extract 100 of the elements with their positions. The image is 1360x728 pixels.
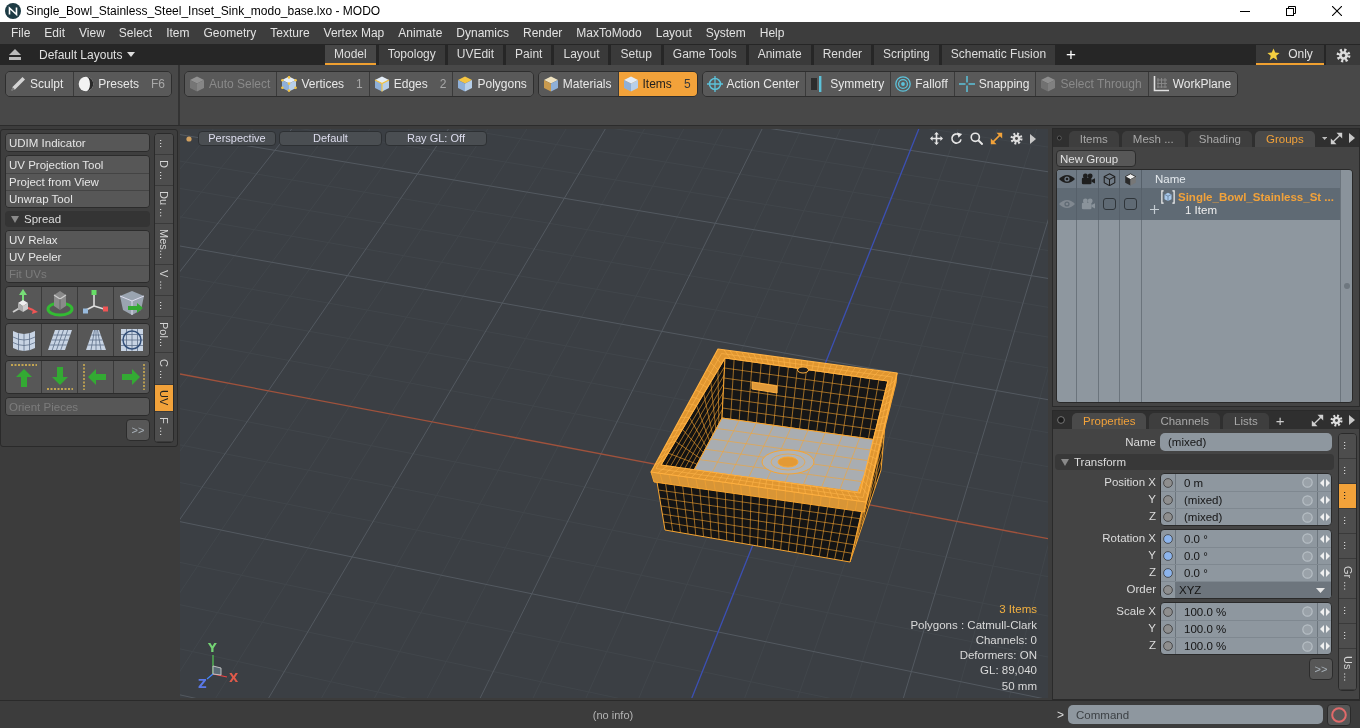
value-field[interactable]: 0 m: [1176, 476, 1302, 489]
toolbar-button[interactable]: Materials: [538, 72, 618, 96]
value-field[interactable]: (mixed): [1176, 511, 1302, 523]
menu-item[interactable]: Render: [516, 23, 570, 43]
menu-item[interactable]: Layout: [648, 23, 699, 43]
menu-item[interactable]: System: [698, 23, 753, 43]
eye-icon[interactable]: [1058, 199, 1075, 209]
add-tab-button[interactable]: +: [1271, 413, 1289, 429]
view-button[interactable]: Perspective: [198, 131, 276, 146]
layouts-dropdown[interactable]: Default Layouts: [39, 47, 136, 62]
tool-button[interactable]: UDIM Indicator: [6, 134, 149, 151]
search-icon[interactable]: [970, 132, 983, 145]
toolbar-button[interactable]: Vertices 1: [276, 72, 369, 96]
rotate-icon[interactable]: [950, 132, 963, 145]
uv-tool-button[interactable]: [6, 324, 41, 356]
collapse-button[interactable]: [9, 49, 21, 60]
order-dropdown[interactable]: XYZ: [1176, 582, 1331, 598]
menu-item[interactable]: Select: [111, 23, 160, 43]
layout-tab[interactable]: Topology: [378, 45, 445, 65]
side-tab[interactable]: ...: [1339, 434, 1356, 459]
channel-dot-icon[interactable]: [1163, 477, 1173, 488]
toggle-box[interactable]: [1102, 198, 1116, 210]
panel-tab[interactable]: Items: [1068, 131, 1119, 147]
value-field[interactable]: 100.0 %: [1176, 623, 1302, 635]
panel-tab[interactable]: Channels: [1149, 413, 1220, 429]
scrollbar[interactable]: [1340, 170, 1352, 402]
scroll-handle[interactable]: [1343, 283, 1350, 289]
channel-dot-icon[interactable]: [1163, 512, 1173, 522]
left-right-arrows-icon[interactable]: [1319, 607, 1330, 616]
layout-tab[interactable]: Setup: [611, 45, 661, 65]
uv-tool-button[interactable]: [77, 361, 113, 393]
panel-tab[interactable]: Mesh ...: [1121, 131, 1185, 147]
settings-icon[interactable]: [1330, 413, 1343, 427]
menu-dot-icon[interactable]: [186, 135, 192, 142]
channel-dot-icon[interactable]: [1163, 495, 1173, 505]
triangle-right-icon[interactable]: [1349, 133, 1355, 143]
more-button[interactable]: >>: [1309, 658, 1333, 680]
panel-tab[interactable]: Groups: [1254, 131, 1315, 147]
panel-tab[interactable]: Lists: [1223, 413, 1269, 429]
toolbar-button[interactable]: Symmetry: [805, 72, 891, 96]
toolbar-button[interactable]: Sculpt: [6, 72, 74, 96]
uv-tool-button[interactable]: [77, 287, 113, 319]
uv-tool-button[interactable]: [113, 361, 149, 393]
left-right-arrows-icon[interactable]: [1319, 478, 1330, 487]
left-right-arrows-icon[interactable]: [1319, 625, 1330, 633]
layout-tab[interactable]: Render: [813, 45, 872, 65]
diagonal-arrows-icon[interactable]: [990, 132, 1003, 145]
value-field[interactable]: 100.0 %: [1176, 605, 1302, 618]
new-group-button[interactable]: New Group: [1056, 150, 1136, 167]
panel-tab[interactable]: Properties: [1072, 413, 1147, 429]
menu-item[interactable]: View: [72, 23, 112, 43]
left-right-arrows-icon[interactable]: [1319, 496, 1330, 504]
toolbar-button[interactable]: Falloff: [890, 72, 954, 96]
value-field[interactable]: 0.0 °: [1176, 567, 1302, 579]
layout-tab[interactable]: UVEdit: [447, 45, 504, 65]
layout-tab[interactable]: Layout: [554, 45, 609, 65]
toolbar-button[interactable]: Edges 2: [368, 72, 453, 96]
channel-dot-icon[interactable]: [1163, 568, 1173, 578]
layout-tab[interactable]: Model: [325, 45, 376, 65]
value-field[interactable]: 100.0 %: [1176, 640, 1302, 652]
tool-button[interactable]: Project from View: [6, 173, 149, 190]
tool-button[interactable]: UV Relax: [6, 231, 149, 248]
menu-item[interactable]: Edit: [37, 23, 73, 43]
layout-tab[interactable]: Game Tools: [663, 45, 746, 65]
side-tab[interactable]: UV: [155, 384, 173, 412]
channel-dot-icon[interactable]: [1163, 551, 1173, 561]
menu-item[interactable]: MaxToModo: [569, 23, 649, 43]
view-button[interactable]: Default: [279, 131, 382, 146]
channel-dot-icon[interactable]: [1163, 606, 1173, 617]
view-button[interactable]: Ray GL: Off: [385, 131, 487, 146]
plus-icon[interactable]: [1150, 205, 1159, 214]
toolbar-button[interactable]: Items 5: [617, 72, 697, 96]
command-field[interactable]: Command: [1068, 705, 1323, 724]
toggle-box[interactable]: [1124, 198, 1137, 210]
name-field[interactable]: (mixed): [1160, 433, 1332, 451]
menu-item[interactable]: File: [4, 23, 38, 43]
panel-menu-icon[interactable]: [1057, 416, 1065, 424]
section-header[interactable]: Spread: [5, 211, 150, 227]
tool-button[interactable]: Unwrap Tool: [6, 190, 149, 207]
panel-menu-icon[interactable]: [1057, 134, 1062, 142]
menu-item[interactable]: Geometry: [196, 23, 264, 43]
toolbar-button[interactable]: Action Center: [702, 72, 806, 96]
menu-item[interactable]: Help: [752, 23, 792, 43]
value-field[interactable]: 0.0 °: [1176, 550, 1302, 562]
layout-tab[interactable]: Paint: [506, 45, 552, 65]
side-tab[interactable]: ...: [155, 134, 173, 155]
toolbar-button[interactable]: Presets F6: [73, 72, 171, 96]
menu-item[interactable]: Item: [159, 23, 197, 43]
uv-tool-button[interactable]: [6, 287, 41, 319]
caret-down-icon[interactable]: [1321, 135, 1327, 141]
group-row[interactable]: Single_Bowl_Stainless_St ... 1 Item: [1057, 188, 1340, 220]
filter-toggle[interactable]: Only: [1256, 45, 1324, 65]
layout-tab[interactable]: Animate: [748, 45, 811, 65]
settings-button[interactable]: [1326, 45, 1360, 65]
panel-tab[interactable]: Shading: [1187, 131, 1252, 147]
more-button[interactable]: >>: [126, 419, 150, 441]
uv-tool-button[interactable]: [77, 324, 113, 356]
menu-item[interactable]: Animate: [391, 23, 450, 43]
toolbar-button[interactable]: Polygons: [452, 72, 533, 96]
toolbar-button[interactable]: Snapping: [953, 72, 1036, 96]
